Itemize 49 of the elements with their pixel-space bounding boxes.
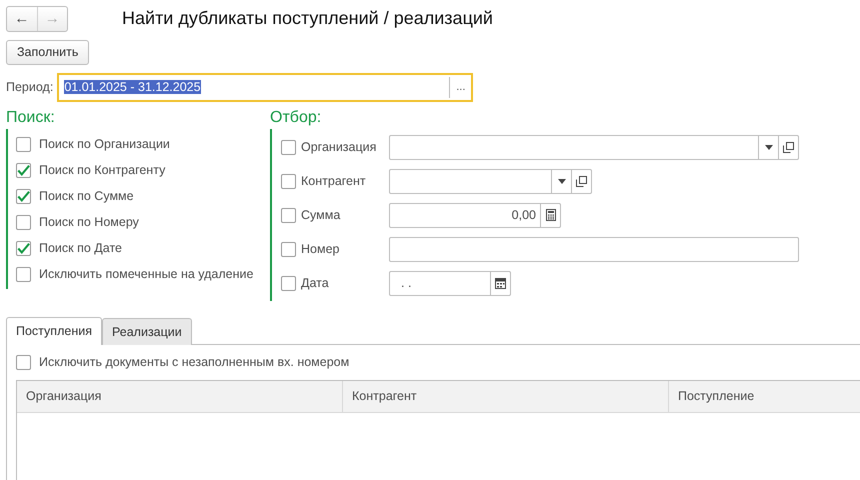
window-icon <box>576 176 587 186</box>
date-field[interactable]: . . <box>389 270 511 296</box>
checkbox[interactable] <box>16 266 31 282</box>
calendar-icon <box>495 277 506 289</box>
select-field[interactable] <box>389 168 592 194</box>
checkbox[interactable] <box>16 162 31 178</box>
checkbox[interactable] <box>16 136 31 152</box>
field-label: Дата <box>301 274 330 292</box>
calculator-icon <box>546 209 556 221</box>
checkbox-label: Поиск по Дате <box>39 240 122 257</box>
column-header: Поступление <box>677 388 756 405</box>
window-title: Найти дубликаты поступлений / реализаций <box>122 7 493 30</box>
field-label: Организация <box>301 138 378 156</box>
caret-icon <box>764 144 772 150</box>
amount-field[interactable]: 0,00 <box>389 202 561 228</box>
checkbox[interactable] <box>16 214 31 230</box>
field-label: Период: <box>6 79 54 96</box>
checkbox-label: Поиск по Номеру <box>39 214 139 231</box>
tab[interactable]: Реализации <box>102 318 192 345</box>
checkbox[interactable] <box>16 354 31 370</box>
select-field[interactable] <box>389 134 799 160</box>
back-button[interactable]: ← <box>7 6 36 30</box>
fill-button[interactable]: Заполнить <box>6 40 90 65</box>
checkbox-label: Поиск по Контрагенту <box>39 162 166 179</box>
checkbox[interactable] <box>281 174 296 188</box>
window-icon <box>783 142 794 152</box>
checkbox[interactable] <box>16 188 31 204</box>
caret-icon <box>558 178 566 184</box>
checkbox-label: Поиск по Организации <box>39 136 170 153</box>
text-field[interactable] <box>389 236 799 262</box>
checkbox-label: Исключить помеченные на удаление <box>39 266 254 283</box>
checkbox-label: Поиск по Сумме <box>39 188 134 205</box>
group-title: Поиск: <box>6 110 56 126</box>
checkbox-label: Исключить документы с незаполненным вх. номером <box>39 354 350 371</box>
column-header: Организация <box>17 380 343 412</box>
field-value: . . <box>401 274 412 292</box>
group-title: Отбор: <box>270 110 322 126</box>
checkbox[interactable] <box>281 242 296 256</box>
checkbox[interactable] <box>281 140 296 154</box>
field-label: Номер <box>301 240 340 258</box>
tab[interactable]: Поступления <box>6 317 102 345</box>
column-header: Контрагент <box>343 380 669 412</box>
field-label: Сумма <box>301 206 342 224</box>
checkbox[interactable] <box>281 276 296 290</box>
checkbox[interactable] <box>16 240 31 256</box>
field-label: Контрагент <box>301 172 367 190</box>
period-field[interactable]: 01.01.2025 - 31.12.2025 ... <box>57 73 474 102</box>
checkbox[interactable] <box>281 208 296 222</box>
field-value: 0,00 <box>512 206 536 224</box>
